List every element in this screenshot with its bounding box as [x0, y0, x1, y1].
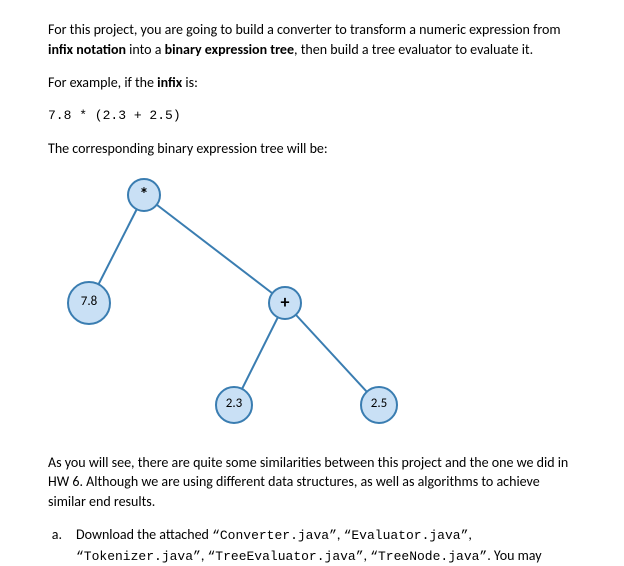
- file-tokenizer: “Tokenizer.java”: [76, 549, 201, 564]
- example-label: For example, if the infix is:: [48, 73, 576, 93]
- sep2: ,: [468, 526, 472, 543]
- example-label-a: For example, if the: [48, 74, 157, 91]
- intro-text-a: For this project, you are going to build…: [48, 21, 561, 38]
- example-label-b: infix: [157, 74, 182, 91]
- list-item-a: a. Download the attached “Converter.java…: [48, 525, 576, 565]
- list-marker-a: a.: [48, 525, 62, 565]
- tree-node-right-right-leaf: 2.5: [360, 386, 398, 424]
- intro-text-b: infix notation: [48, 41, 126, 58]
- file-treeevaluator: “TreeEvaluator.java”: [208, 549, 364, 564]
- tree-node-right-operator: +: [268, 286, 302, 320]
- file-evaluator: “Evaluator.java”: [344, 528, 469, 543]
- expression-tree-diagram: * 7.8 + 2.3 2.5: [48, 173, 418, 435]
- sep1: ,: [337, 526, 344, 543]
- intro-text-c: into a: [126, 41, 165, 58]
- list-item-a-content: Download the attached “Converter.java”, …: [76, 525, 576, 565]
- intro-text-d: binary expression tree: [165, 41, 294, 58]
- tree-node-right-left-leaf: 2.3: [215, 386, 253, 424]
- infix-expression: 7.8 * (2.3 + 2.5): [48, 107, 576, 125]
- example-label-c: is:: [182, 74, 198, 91]
- intro-paragraph: For this project, you are going to build…: [48, 20, 576, 59]
- tree-node-root-operator: *: [127, 178, 161, 212]
- item-a-text1: Download the attached: [76, 526, 212, 543]
- followup-paragraph: As you will see, there are quite some si…: [48, 453, 576, 512]
- sep3: ,: [201, 547, 208, 564]
- file-treenode: “TreeNode.java”: [370, 549, 487, 564]
- tree-intro: The corresponding binary expression tree…: [48, 139, 576, 159]
- tree-node-left-leaf: 7.8: [67, 281, 111, 325]
- item-a-text2: . You may: [487, 547, 541, 564]
- intro-text-e: , then build a tree evaluator to evaluat…: [294, 41, 533, 58]
- file-converter: “Converter.java”: [212, 528, 337, 543]
